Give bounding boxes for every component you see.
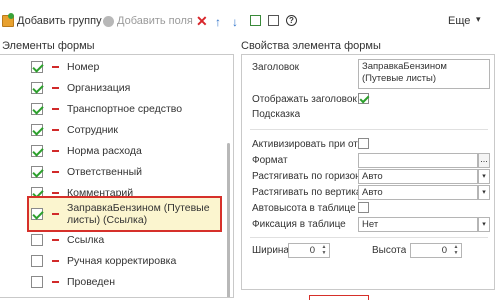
- tree-item-label: Проведен: [67, 275, 116, 288]
- add-field-label: Добавить поля: [117, 15, 193, 27]
- add-group-label: Добавить группу: [17, 15, 102, 27]
- stretch-v-select[interactable]: Авто: [358, 185, 478, 200]
- field-icon: [52, 213, 59, 215]
- help-icon: ?: [286, 15, 297, 26]
- visibility-checkbox[interactable]: [31, 102, 43, 115]
- show-title-label: Отображать заголовок: [252, 94, 357, 105]
- divider: [250, 237, 488, 238]
- add-field-icon: [103, 15, 114, 27]
- chevron-down-icon[interactable]: ▾: [478, 169, 490, 184]
- tree-item-label: Норма расхода: [67, 144, 142, 157]
- chevron-down-icon[interactable]: ▾: [478, 217, 490, 232]
- visibility-checkbox[interactable]: [31, 275, 43, 288]
- visibility-checkbox[interactable]: [31, 81, 43, 94]
- delete-button[interactable]: ✕: [196, 13, 208, 29]
- spin-arrows-icon[interactable]: ▲ ▼: [451, 244, 461, 257]
- scrollbar[interactable]: [227, 143, 230, 297]
- more-button[interactable]: Еще: [448, 15, 470, 27]
- tree-item-label: Ручная корректировка: [67, 254, 177, 267]
- copy-button[interactable]: [268, 15, 279, 26]
- tree-item-label: Ответственный: [67, 165, 142, 178]
- field-icon: [52, 280, 59, 283]
- tree-item[interactable]: Организация: [0, 77, 226, 98]
- title-label: Заголовок: [252, 62, 300, 73]
- fix-select[interactable]: Нет: [358, 217, 478, 232]
- spin-arrows-icon[interactable]: ▲ ▼: [319, 244, 329, 257]
- tree-item-label: Номер: [67, 60, 100, 73]
- arrow-down-icon: ↓: [232, 15, 238, 29]
- format-field[interactable]: [358, 153, 478, 168]
- format-label: Формат: [252, 155, 288, 166]
- field-icon: [52, 149, 59, 152]
- chevron-down-icon[interactable]: ▾: [478, 185, 490, 200]
- visibility-checkbox[interactable]: [31, 144, 43, 157]
- hint-label: Подсказка: [252, 109, 301, 120]
- visibility-checkbox[interactable]: [31, 233, 43, 246]
- form-edit-icon: [250, 15, 261, 26]
- fix-label: Фиксация в таблице: [252, 219, 346, 230]
- tree-item[interactable]: Норма расхода: [0, 140, 226, 161]
- add-group-icon: [2, 13, 14, 27]
- tree-item[interactable]: Ответственный: [0, 161, 226, 182]
- tree-item-label: Ссылка: [67, 233, 105, 246]
- tree-item[interactable]: Проведен: [0, 271, 226, 292]
- activate-checkbox[interactable]: [358, 138, 369, 149]
- right-panel-title: Свойства элемента формы: [241, 40, 381, 52]
- tree-item[interactable]: Сотрудник: [0, 119, 226, 140]
- tree-item[interactable]: Ручная корректировка: [0, 250, 226, 271]
- tree-item-label: Организация: [67, 81, 131, 94]
- show-title-checkbox[interactable]: [358, 93, 369, 104]
- format-select-button[interactable]: ...: [478, 153, 490, 168]
- field-icon: [52, 191, 59, 194]
- divider: [250, 129, 488, 130]
- visibility-checkbox[interactable]: [31, 60, 43, 73]
- stretch-h-label: Растягивать по горизонтали: [252, 171, 364, 182]
- tree-item[interactable]: Номер: [0, 56, 226, 77]
- field-icon: [52, 238, 59, 241]
- visibility-checkbox[interactable]: [31, 208, 43, 220]
- visibility-checkbox[interactable]: [31, 165, 43, 178]
- width-label: Ширина: [252, 245, 289, 256]
- add-field-button[interactable]: Добавить поля: [103, 15, 193, 27]
- tree-item-selected[interactable]: ЗаправкаБензином (Путевые листы) (Ссылка…: [27, 196, 222, 232]
- field-icon: [52, 170, 59, 173]
- form-elements-tree: Номер Организация Транспортное средство …: [0, 54, 234, 298]
- field-icon: [52, 259, 59, 262]
- tree-item-label: ЗаправкаБензином (Путевые листы) (Ссылка…: [67, 202, 210, 226]
- highlight-frame: [309, 295, 369, 300]
- visibility-checkbox[interactable]: [31, 254, 43, 267]
- toolbar: Добавить группу Добавить поля ✕ ↑ ↓ ? Ещ…: [0, 12, 500, 34]
- properties-panel: Заголовок ЗаправкаБензином (Путевые лист…: [241, 54, 495, 290]
- title-field[interactable]: ЗаправкаБензином (Путевые листы): [358, 59, 490, 89]
- height-label: Высота: [372, 245, 407, 256]
- move-up-button[interactable]: ↑: [215, 15, 221, 29]
- add-group-button[interactable]: Добавить группу: [2, 13, 102, 27]
- help-button[interactable]: ?: [286, 15, 297, 26]
- field-icon: [52, 86, 59, 89]
- chevron-down-icon: ▾: [476, 14, 481, 24]
- field-icon: [52, 107, 59, 110]
- autoheight-checkbox[interactable]: [358, 202, 369, 213]
- activate-label: Активизировать при открытии: [252, 139, 364, 150]
- tree-item[interactable]: Ссылка: [0, 229, 226, 250]
- copy-icon: [268, 15, 279, 26]
- stretch-h-select[interactable]: Авто: [358, 169, 478, 184]
- arrow-up-icon: ↑: [215, 15, 221, 29]
- left-panel-title: Элементы формы: [2, 40, 95, 52]
- tree-item-label: Транспортное средство: [67, 102, 183, 115]
- edit-form-button[interactable]: [250, 15, 261, 26]
- tree-item[interactable]: Транспортное средство: [0, 98, 226, 119]
- field-icon: [52, 128, 59, 131]
- delete-icon: ✕: [196, 13, 208, 29]
- tree-item-label: Сотрудник: [67, 123, 119, 136]
- move-down-button[interactable]: ↓: [232, 15, 238, 29]
- field-icon: [52, 65, 59, 68]
- stretch-v-label: Растягивать по вертикали: [252, 187, 364, 198]
- visibility-checkbox[interactable]: [31, 123, 43, 136]
- autoheight-label: Автовысота в таблице: [252, 203, 356, 214]
